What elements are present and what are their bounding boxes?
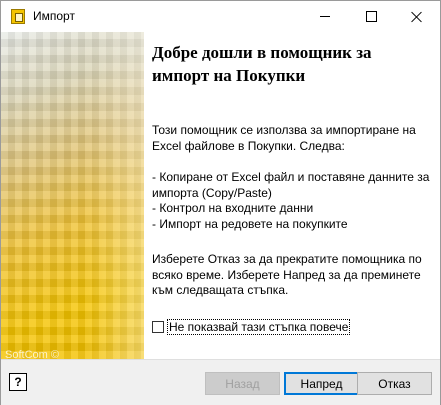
cancel-button[interactable]: Отказ [357, 372, 432, 395]
step-item: - Контрол на входните данни [152, 201, 314, 215]
wizard-side-banner: SoftCom © [1, 32, 144, 359]
wizard-content: Добре дошли в помощник за импорт на Поку… [144, 32, 440, 359]
step-item: - Копиране от Excel файл и поставяне дан… [152, 170, 430, 184]
intro-line: Този помощник се използва за импортиране… [152, 123, 416, 137]
back-button[interactable]: Назад [205, 372, 280, 395]
maximize-button[interactable] [348, 1, 394, 32]
close-icon [411, 11, 423, 23]
minimize-button[interactable] [302, 1, 348, 32]
cancel-info-text: Изберете Отказ за да прекратите помощник… [152, 252, 437, 299]
intro-text: Този помощник се използва за импортиране… [152, 123, 437, 154]
cancel-info-line: всяко време. Изберете Напред за да преми… [152, 267, 421, 282]
maximize-icon [365, 11, 377, 22]
dont-show-again-label[interactable]: Не показвай тази стъпка повече [167, 319, 351, 335]
dont-show-again-row[interactable]: Не показвай тази стъпка повече [152, 319, 351, 335]
cancel-info-line: към следващата стъпка. [152, 283, 289, 297]
import-wizard-icon [11, 9, 25, 24]
window-title: Импорт [33, 9, 75, 23]
help-button[interactable]: ? [9, 373, 27, 391]
dont-show-again-checkbox[interactable] [152, 321, 164, 333]
close-button[interactable] [394, 1, 440, 32]
minimize-icon [320, 16, 330, 17]
banner-caption: SoftCom © [5, 349, 59, 359]
import-wizard-window: Импорт SoftCom © Добре дошли в помощник … [0, 0, 441, 405]
next-button[interactable]: Напред [284, 372, 359, 395]
steps-list: - Копиране от Excel файл и поставяне дан… [152, 170, 437, 232]
step-item: - Импорт на редовете на покупките [152, 216, 348, 231]
heading-line: Добре дошли в помощник за [152, 43, 372, 62]
help-icon: ? [14, 375, 22, 389]
step-item: импорта (Copy/Paste) [152, 185, 272, 200]
cancel-info-line: Изберете Отказ за да прекратите помощник… [152, 252, 422, 266]
heading-line: импорт на Покупки [152, 66, 306, 85]
wizard-heading: Добре дошли в помощник за импорт на Поку… [152, 41, 432, 87]
intro-line: Excel файлове в Покупки. Следва: [152, 138, 345, 153]
title-bar[interactable]: Импорт [1, 1, 440, 32]
wizard-footer: ? Назад Напред Отказ [1, 359, 440, 405]
